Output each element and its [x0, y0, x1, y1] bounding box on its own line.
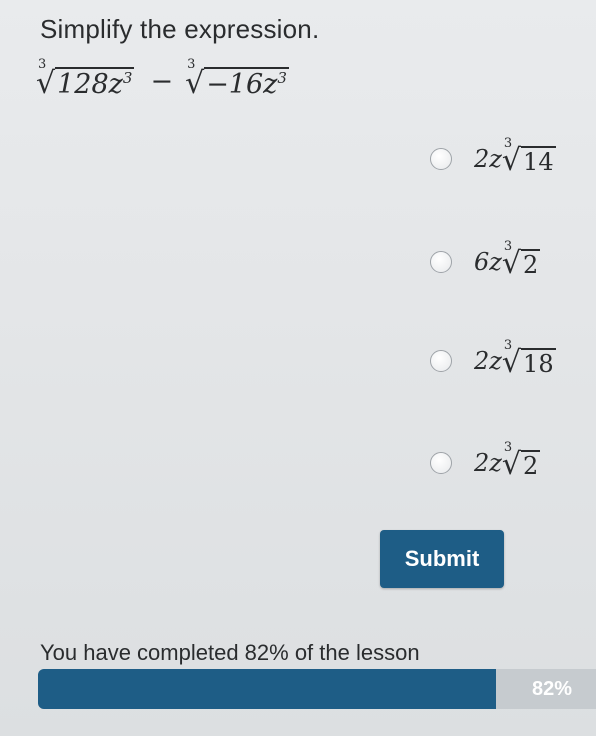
- root-index: 3: [38, 56, 47, 72]
- radicand: 14: [521, 146, 556, 177]
- minus-operator: −: [150, 65, 174, 97]
- answer-text: 2z 3 √ 18: [474, 338, 556, 380]
- progress-text: You have completed 82% of the lesson: [40, 640, 420, 665]
- root-index: 3: [503, 239, 513, 255]
- answer-option-2[interactable]: 6z 3 √ 2: [430, 239, 544, 282]
- radicand: −16z3: [204, 66, 289, 100]
- radical-sign: √: [185, 66, 205, 102]
- root-index: 3: [503, 440, 513, 456]
- exponent: 3: [277, 68, 287, 87]
- answer-text: 2z 3 √ 14: [474, 136, 556, 178]
- answer-text: 6z 3 √ 2: [474, 239, 541, 281]
- progress-label: 82%: [531, 677, 572, 700]
- root-index: 3: [187, 56, 196, 72]
- root-index: 3: [503, 136, 513, 152]
- radical-sign: √: [36, 66, 56, 102]
- radicand: 2: [521, 450, 541, 481]
- question-prompt: Simplify the expression.: [40, 14, 320, 44]
- answer-text: 2z 3 √ 2: [474, 440, 541, 482]
- math-expression: 3 √ 128z3 − 3 √ −16z3: [36, 57, 293, 104]
- radicand: 18: [521, 348, 556, 379]
- radio-button[interactable]: [430, 251, 452, 273]
- exponent: 3: [122, 68, 133, 87]
- cube-root-term-1: 3 √ 128z3: [36, 57, 135, 102]
- progress-bar: 82%: [38, 669, 596, 709]
- radicand: 128z3: [55, 66, 135, 100]
- radicand: 2: [521, 249, 541, 280]
- answer-option-1[interactable]: 2z 3 √ 14: [430, 136, 560, 179]
- radio-button[interactable]: [430, 452, 452, 474]
- radio-button[interactable]: [430, 148, 452, 170]
- cube-root-term-2: 3 √ −16z3: [185, 57, 289, 102]
- answer-option-4[interactable]: 2z 3 √ 2: [430, 440, 544, 483]
- answer-option-3[interactable]: 2z 3 √ 18: [430, 338, 560, 381]
- submit-button[interactable]: Submit: [380, 530, 504, 588]
- radio-button[interactable]: [430, 350, 452, 372]
- progress-fill: [38, 669, 496, 709]
- root-index: 3: [503, 338, 513, 354]
